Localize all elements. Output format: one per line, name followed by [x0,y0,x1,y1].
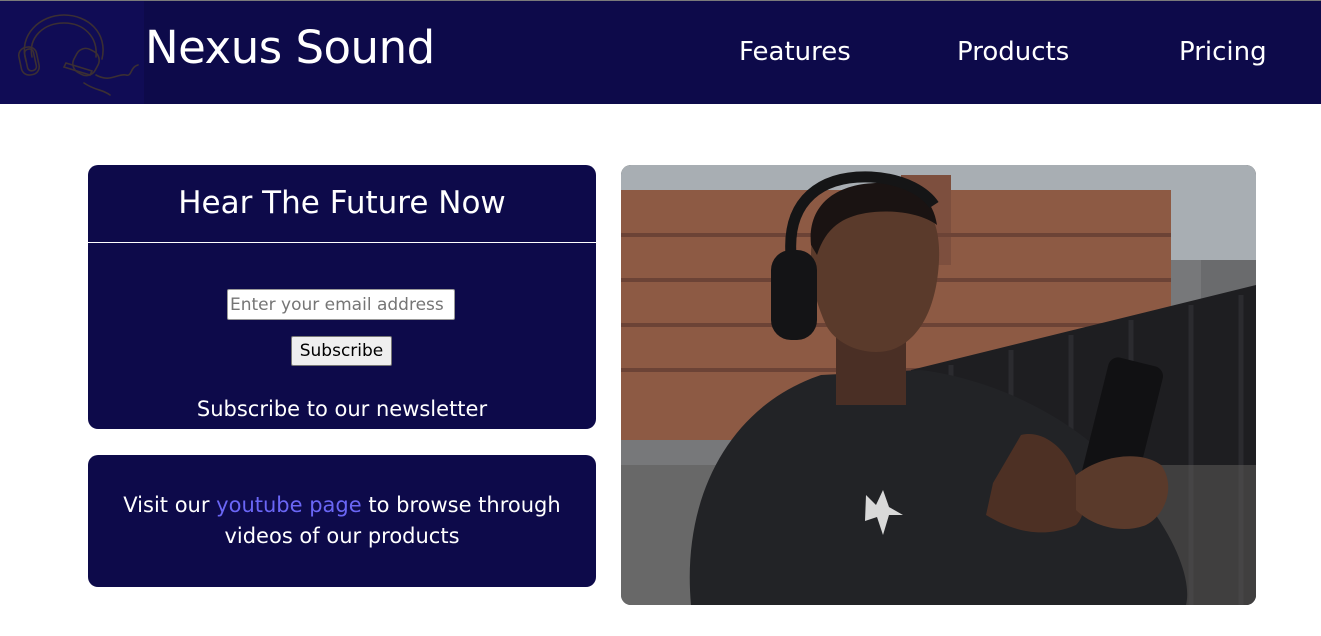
subscribe-button[interactable]: Subscribe [291,336,392,366]
brand-name[interactable]: Nexus Sound [145,23,435,73]
nav-features[interactable]: Features [739,37,851,68]
newsletter-header: Hear The Future Now [88,165,596,243]
logo[interactable] [0,1,144,104]
site-header: Nexus Sound Features Products Pricing [0,1,1321,104]
newsletter-caption: Subscribe to our newsletter [196,397,488,421]
hero-photo-illustration [621,165,1256,605]
youtube-text: Visit our youtube page to browse through… [94,490,590,552]
newsletter-card: Hear The Future Now Subscribe Subscribe … [88,165,596,429]
hero-photo [621,165,1256,605]
nav-pricing[interactable]: Pricing [1179,37,1267,68]
newsletter-title: Hear The Future Now [178,185,506,221]
headphones-icon [17,14,139,96]
email-input[interactable] [227,289,455,320]
youtube-card: Visit our youtube page to browse through… [88,455,596,587]
youtube-text-prefix: Visit our [123,493,217,517]
youtube-link[interactable]: youtube page [216,493,362,517]
nav-products[interactable]: Products [957,37,1069,68]
